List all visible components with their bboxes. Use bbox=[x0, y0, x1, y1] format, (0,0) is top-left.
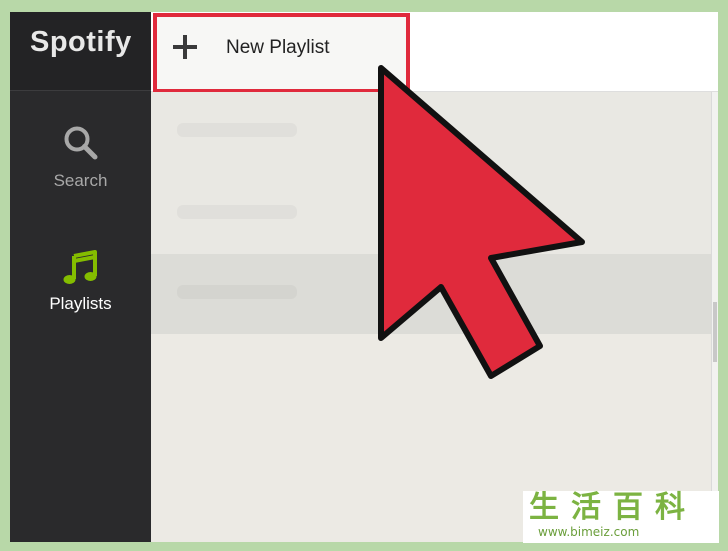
list-item[interactable] bbox=[151, 254, 718, 334]
music-note-icon bbox=[10, 248, 151, 288]
sidebar-item-search[interactable]: Search bbox=[10, 124, 151, 191]
top-bar: New Playlist bbox=[151, 12, 718, 93]
sidebar-item-label: Playlists bbox=[49, 294, 112, 313]
sidebar: Spotify Search Playlists bbox=[10, 12, 151, 542]
brand-header: Spotify bbox=[10, 12, 151, 91]
sidebar-item-playlists[interactable]: Playlists bbox=[10, 248, 151, 314]
scrollbar-thumb[interactable] bbox=[713, 302, 717, 362]
scrollbar[interactable] bbox=[711, 92, 718, 542]
search-icon bbox=[10, 124, 151, 162]
list-item[interactable] bbox=[151, 92, 718, 174]
plus-icon bbox=[172, 34, 198, 60]
new-playlist-button[interactable]: New Playlist bbox=[153, 13, 410, 93]
watermark-url: www.bimeiz.com bbox=[538, 525, 640, 539]
watermark: 生活百科 www.bimeiz.com bbox=[523, 491, 719, 543]
watermark-logo: 生活百科 bbox=[529, 490, 697, 525]
spotify-logo: Spotify bbox=[30, 26, 132, 58]
sidebar-item-label: Search bbox=[53, 171, 108, 190]
spotify-window: Spotify Search Playlists New Playlist bbox=[10, 12, 718, 542]
main-content: New Playlist bbox=[151, 12, 718, 542]
new-playlist-label: New Playlist bbox=[226, 37, 330, 58]
list-item[interactable] bbox=[151, 174, 718, 254]
